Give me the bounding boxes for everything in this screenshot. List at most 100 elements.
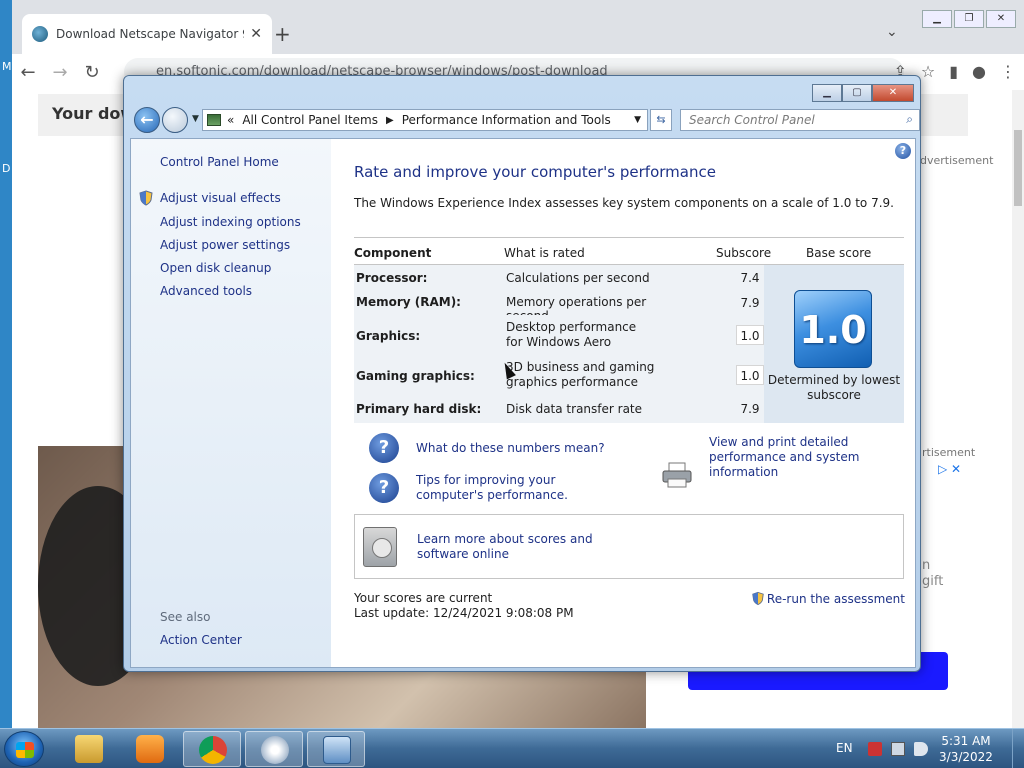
minimize-icon[interactable]: ▁: [922, 10, 952, 28]
header-component: Component: [354, 246, 432, 260]
start-button[interactable]: [4, 731, 44, 767]
taskbar-chrome[interactable]: [183, 731, 241, 767]
close-tab-icon[interactable]: ✕: [250, 26, 262, 42]
media-player-icon: [136, 735, 164, 763]
back-arrow-icon[interactable]: ←: [134, 107, 160, 133]
link-what-numbers-mean[interactable]: What do these numbers mean?: [416, 441, 605, 456]
sidebar-link-power[interactable]: Adjust power settings: [160, 238, 290, 252]
forward-arrow-icon[interactable]: [162, 107, 188, 133]
browser-tab[interactable]: Download Netscape Navigator 9 ✕: [22, 14, 272, 54]
sidebar-link-indexing[interactable]: Adjust indexing options: [160, 215, 301, 229]
action-center-flag-icon[interactable]: [868, 742, 882, 756]
table-header: Component What is rated Subscore Base sc…: [354, 237, 904, 265]
control-panel-icon: [207, 114, 221, 126]
subscore-value: 7.9: [740, 402, 760, 416]
subscore-value: 1.0: [736, 325, 764, 345]
search-icon[interactable]: ⌕: [906, 112, 913, 127]
refresh-icon[interactable]: ⇆: [650, 109, 672, 131]
taskbar: EN 5:31 AM 3/3/2022: [0, 728, 1024, 768]
score-table: Component What is rated Subscore Base sc…: [354, 237, 904, 423]
component-name: Graphics:: [356, 329, 421, 343]
search-input[interactable]: Search Control Panel ⌕: [680, 109, 920, 131]
close-icon[interactable]: ✕: [872, 84, 914, 102]
see-also-heading: See also: [160, 610, 211, 624]
search-placeholder: Search Control Panel: [689, 113, 815, 127]
clock-time: 5:31 AM: [941, 734, 991, 748]
desktop-icon-label: D: [2, 162, 11, 175]
scrollbar-thumb[interactable]: [1014, 130, 1022, 206]
sidebar: Control Panel Home Adjust visual effects…: [131, 139, 331, 667]
volume-icon[interactable]: [914, 742, 928, 756]
header-subscore: Subscore: [716, 246, 772, 260]
last-update-text: Last update: 12/24/2021 9:08:08 PM: [354, 606, 574, 620]
taskbar-disc-app[interactable]: [245, 731, 303, 767]
sidebar-link-visual-effects[interactable]: Adjust visual effects: [160, 191, 281, 205]
rated-description: Calculations per second: [506, 271, 650, 285]
link-tips[interactable]: Tips for improving your computer's perfo…: [416, 473, 616, 503]
page-title: Rate and improve your computer's perform…: [354, 163, 716, 181]
clock-date: 3/3/2022: [939, 750, 993, 764]
show-desktop-button[interactable]: [1012, 729, 1024, 768]
rated-description: 3D business and gaming graphics performa…: [506, 360, 655, 389]
minimize-icon[interactable]: ▁: [812, 84, 842, 102]
window-controls: ▁ ▢ ✕: [812, 84, 914, 102]
help-question-icon: ?: [369, 473, 399, 503]
scores-current-text: Your scores are current: [354, 591, 493, 605]
clock[interactable]: 5:31 AM 3/3/2022: [936, 733, 996, 765]
base-score-caption: Determined by lowest subscore: [767, 373, 901, 402]
sidebar-link-disk-cleanup[interactable]: Open disk cleanup: [160, 261, 271, 275]
ad-choices-icon[interactable]: ▷ ✕: [938, 462, 961, 476]
reload-icon[interactable]: ↻: [76, 62, 108, 83]
taskbar-explorer[interactable]: [60, 731, 118, 767]
breadcrumb-separator-icon[interactable]: ▶: [386, 115, 394, 126]
link-learn-more[interactable]: Learn more about scores and software onl…: [417, 532, 637, 562]
header-what-is-rated: What is rated: [504, 246, 585, 260]
subscore-value: 1.0: [736, 365, 764, 385]
taskbar-media-player[interactable]: [121, 731, 179, 767]
rerun-assessment-link[interactable]: Re-run the assessment: [751, 591, 905, 606]
side-panel-icon[interactable]: ▮: [949, 62, 958, 81]
intro-text: The Windows Experience Index assesses ke…: [354, 196, 894, 210]
windows-logo-icon: [16, 742, 34, 758]
rated-description: Desktop performance for Windows Aero: [506, 320, 637, 349]
language-indicator[interactable]: EN: [836, 741, 853, 755]
uac-shield-icon: [752, 591, 764, 606]
maximize-icon[interactable]: ❐: [954, 10, 984, 28]
menu-icon[interactable]: ⋮: [1000, 62, 1016, 81]
maximize-icon[interactable]: ▢: [842, 84, 872, 102]
breadcrumb[interactable]: « All Control Panel Items ▶ Performance …: [202, 109, 648, 131]
address-dropdown-icon[interactable]: ▼: [634, 115, 641, 125]
desktop-edge: M D: [0, 0, 12, 728]
help-question-icon: ?: [369, 433, 399, 463]
control-panel-icon: [323, 736, 351, 764]
browser-window-controls: ▁ ❐ ✕: [922, 10, 1016, 28]
action-center-link[interactable]: Action Center: [160, 633, 242, 647]
breadcrumb-item[interactable]: Performance Information and Tools: [402, 113, 611, 127]
close-icon[interactable]: ✕: [986, 10, 1016, 28]
tab-search-icon[interactable]: ⌄: [886, 24, 898, 40]
bookmark-star-icon[interactable]: ☆: [921, 62, 935, 81]
status-text: Your scores are current Last update: 12/…: [354, 591, 574, 621]
printer-icon: [662, 462, 692, 488]
sidebar-link-advanced-tools[interactable]: Advanced tools: [160, 284, 252, 298]
breadcrumb-item[interactable]: All Control Panel Items: [242, 113, 378, 127]
ad-label: rtisement: [922, 446, 976, 459]
uac-shield-icon: [139, 190, 153, 206]
history-dropdown-icon[interactable]: ▼: [192, 114, 199, 124]
back-icon[interactable]: ←: [12, 62, 44, 83]
breadcrumb-overflow-icon[interactable]: «: [227, 113, 234, 127]
profile-icon[interactable]: ●: [972, 62, 986, 81]
forward-icon[interactable]: →: [44, 62, 76, 83]
control-panel-home-link[interactable]: Control Panel Home: [160, 155, 279, 169]
tab-strip: Download Netscape Navigator 9 ✕ + ⌄ ▁ ❐ …: [12, 0, 1024, 54]
subscore-value: 7.4: [740, 271, 760, 285]
taskbar-control-panel[interactable]: [307, 731, 365, 767]
main-content: ? Rate and improve your computer's perfo…: [331, 139, 915, 667]
page-scrollbar[interactable]: [1012, 90, 1024, 728]
rated-description: Disk data transfer rate: [506, 402, 643, 416]
network-icon[interactable]: [891, 742, 905, 756]
window-content: Control Panel Home Adjust visual effects…: [130, 138, 916, 668]
link-view-print[interactable]: View and print detailed performance and …: [709, 435, 909, 480]
new-tab-icon[interactable]: +: [274, 22, 291, 46]
help-icon[interactable]: ?: [895, 143, 911, 159]
